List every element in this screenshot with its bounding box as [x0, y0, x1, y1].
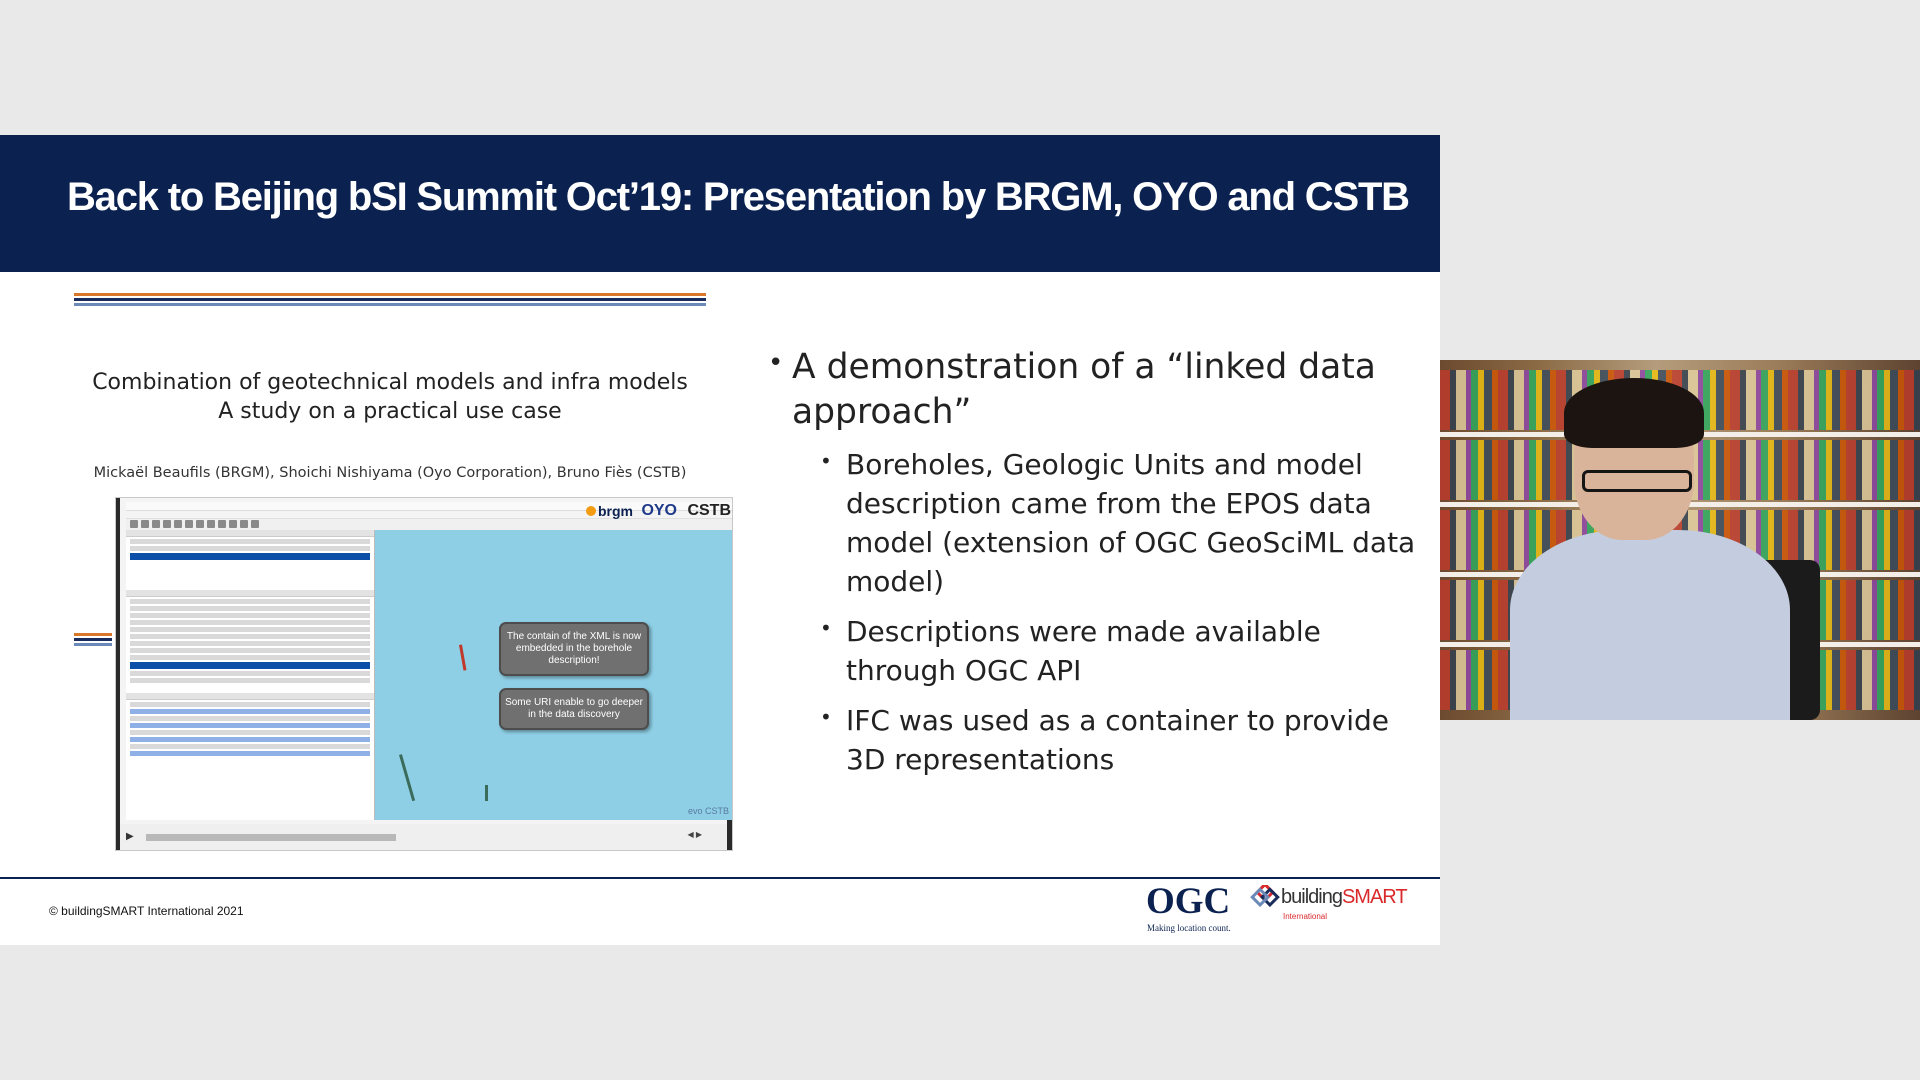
- borehole-mark: [485, 785, 488, 801]
- software-window: The contain of the XML is now embedded i…: [126, 502, 732, 820]
- tree-row: [130, 730, 370, 735]
- project-tree-panel: [126, 530, 375, 820]
- borehole-mark: [459, 644, 467, 671]
- annotation-bubble-xml: The contain of the XML is now embedded i…: [499, 622, 649, 676]
- tree-row: [130, 634, 370, 639]
- toolbar-icon: [218, 520, 226, 528]
- buildingsmart-subtitle: International: [1283, 912, 1328, 921]
- annotation-bubble-uri: Some URI enable to go deeper in the data…: [499, 688, 649, 730]
- playback-control-icons[interactable]: ◀ ▶: [687, 830, 702, 839]
- presenter-glasses: [1582, 470, 1692, 492]
- tree-row: [130, 744, 370, 749]
- buildingsmart-logo-mark-icon: [1250, 885, 1280, 908]
- tree-row-link: [130, 737, 370, 742]
- buildingsmart-prefix: building: [1281, 886, 1343, 908]
- tree-row: [130, 678, 370, 683]
- video-right-border: [727, 820, 732, 850]
- bullet-list: A demonstration of a “linked data approa…: [768, 341, 1428, 790]
- cstb-logo: CSTB: [687, 502, 731, 519]
- oyo-logo: OYO: [641, 502, 677, 519]
- toolbar-icon: [251, 520, 259, 528]
- buildingsmart-logo: buildingSMART: [1281, 886, 1408, 909]
- borehole-mark: [399, 754, 416, 802]
- panel-header: [126, 693, 374, 700]
- panel-header: [126, 530, 374, 537]
- bullet-sub-2: Descriptions were made available through…: [768, 609, 1428, 690]
- tree-row: [130, 648, 370, 653]
- toolbar-icon: [196, 520, 204, 528]
- decorative-stripes: [74, 293, 706, 308]
- bullet-main: A demonstration of a “linked data approa…: [768, 341, 1428, 435]
- toolbar-icon: [141, 520, 149, 528]
- tree-row: [130, 620, 370, 625]
- tree-row-selected: [130, 662, 370, 669]
- embedded-video[interactable]: The contain of the XML is now embedded i…: [115, 497, 733, 851]
- toolbar-icon: [185, 520, 193, 528]
- tree-row: [130, 613, 370, 618]
- bullet-sub-3: IFC was used as a container to provide 3…: [768, 698, 1428, 779]
- tree-row: [130, 655, 370, 660]
- video-progress-bar[interactable]: [146, 834, 396, 841]
- presenter-hair: [1564, 378, 1704, 448]
- toolbar-icon: [130, 520, 138, 528]
- tree-row-link: [130, 723, 370, 728]
- bullet-sub-1: Boreholes, Geologic Units and model desc…: [768, 442, 1428, 601]
- caption-line-2: A study on a practical use case: [218, 399, 562, 424]
- ogc-tagline: Making location count.: [1147, 923, 1231, 933]
- panel-header: [126, 590, 374, 597]
- decorative-stripes-small: [74, 633, 112, 648]
- toolbar-icon: [207, 520, 215, 528]
- buildingsmart-suffix: SMART: [1341, 886, 1408, 908]
- tree-row: [130, 716, 370, 721]
- footer-divider: [0, 877, 1440, 879]
- tree-row: [130, 641, 370, 646]
- authors-line: Mickaël Beaufils (BRGM), Shoichi Nishiya…: [93, 465, 687, 481]
- study-caption: Combination of geotechnical models and i…: [90, 368, 690, 426]
- toolbar-icon: [240, 520, 248, 528]
- presentation-slide: Back to Beijing bSI Summit Oct’19: Prese…: [0, 135, 1440, 945]
- tree-row: [130, 627, 370, 632]
- slide-header: Back to Beijing bSI Summit Oct’19: Prese…: [0, 135, 1440, 272]
- caption-line-1: Combination of geotechnical models and i…: [92, 370, 688, 395]
- ogc-logo: OGC: [1146, 881, 1231, 922]
- presenter-webcam: [1440, 360, 1920, 720]
- tree-row: [130, 671, 370, 676]
- tree-row-link: [130, 751, 370, 756]
- tree-row: [130, 539, 370, 544]
- 3d-viewport: The contain of the XML is now embedded i…: [375, 530, 732, 820]
- brgm-logo: brgm: [586, 503, 633, 519]
- tree-row: [130, 606, 370, 611]
- slide-title: Back to Beijing bSI Summit Oct’19: Prese…: [67, 175, 1410, 219]
- video-left-border: [116, 498, 120, 850]
- tree-row-selected: [130, 553, 370, 560]
- presenter-shirt: [1510, 530, 1790, 720]
- play-icon[interactable]: ▶: [126, 831, 134, 842]
- toolbar-icon: [174, 520, 182, 528]
- toolbar-icon: [163, 520, 171, 528]
- toolbar-icon: [152, 520, 160, 528]
- tree-row: [130, 546, 370, 551]
- tree-row: [130, 599, 370, 604]
- viewer-brand: evo CSTB: [687, 806, 729, 816]
- video-controls: ▶ ◀ ▶: [120, 824, 732, 850]
- tree-row-link: [130, 709, 370, 714]
- tree-row: [130, 702, 370, 707]
- toolbar-icon: [229, 520, 237, 528]
- copyright-text: © buildingSMART International 2021: [49, 904, 244, 918]
